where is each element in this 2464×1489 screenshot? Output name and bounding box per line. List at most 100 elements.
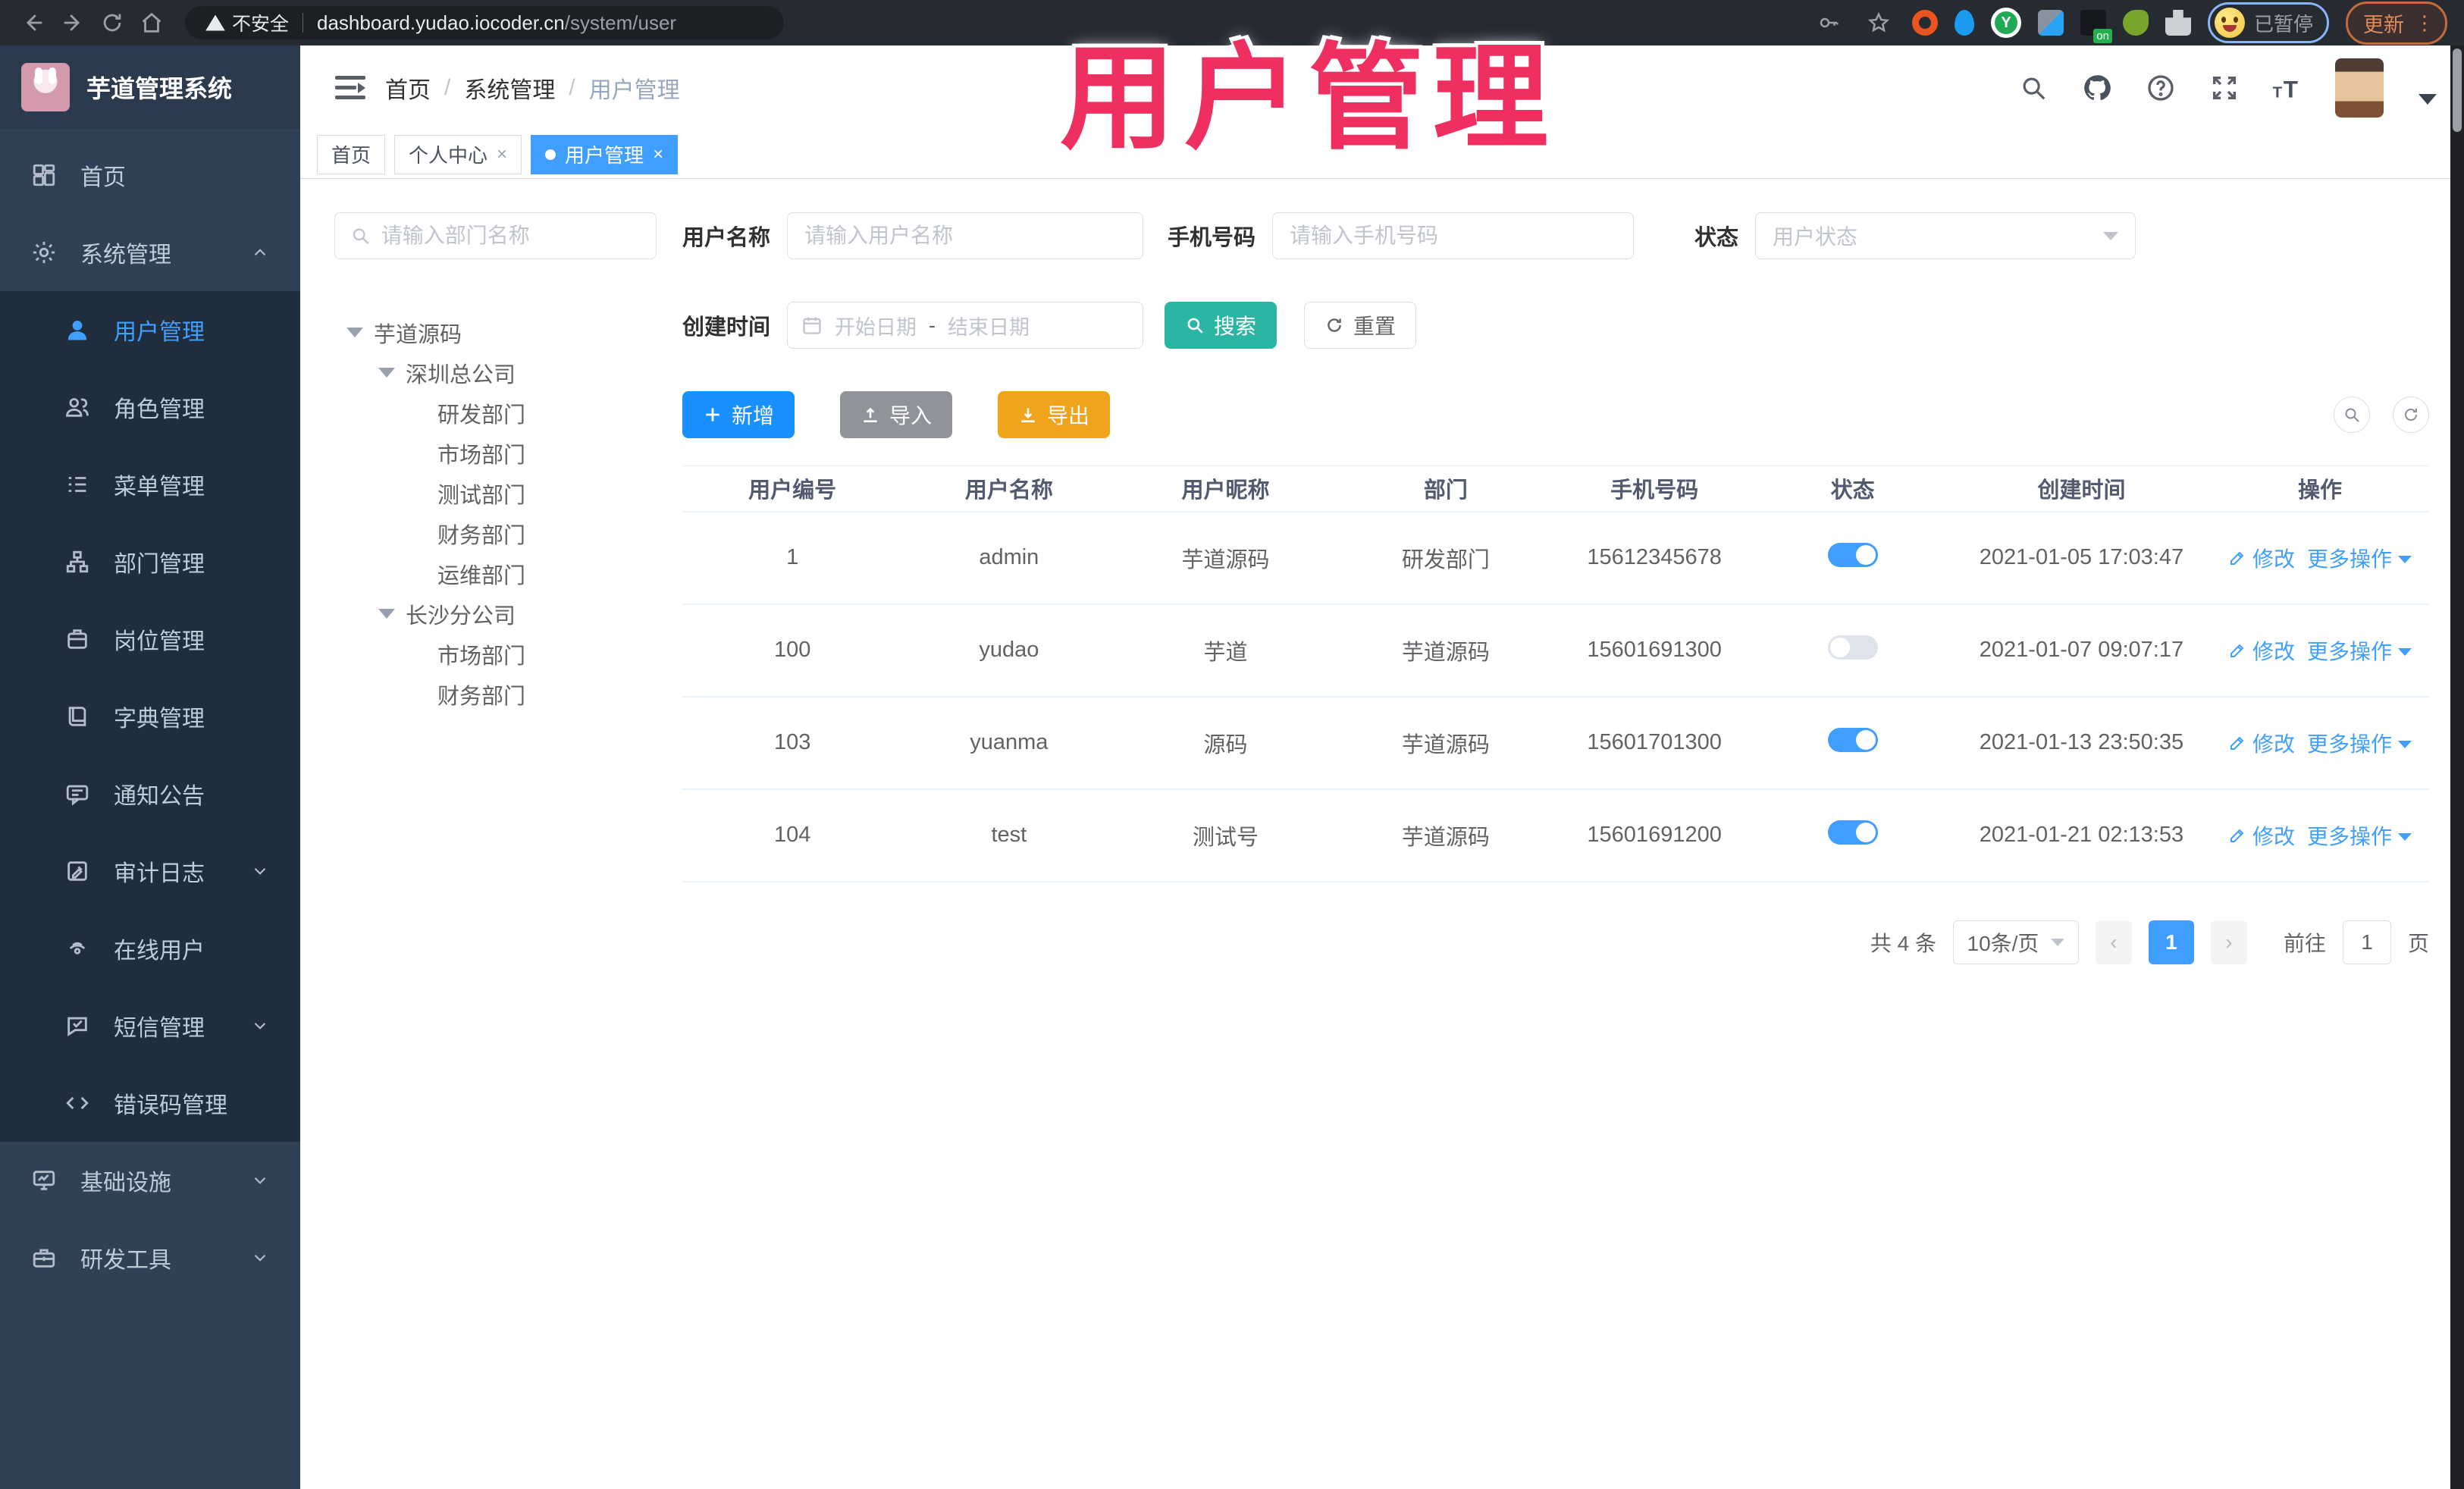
more-actions[interactable]: 更多操作: [2307, 635, 2412, 666]
forward-icon[interactable]: [56, 6, 89, 39]
sidebar-item-user-management[interactable]: 用户管理: [0, 291, 300, 368]
mobile-input[interactable]: [1272, 212, 1635, 259]
tree-node[interactable]: 研发部门: [334, 393, 657, 433]
user-avatar[interactable]: [2335, 58, 2384, 118]
security-warning[interactable]: 不安全: [205, 9, 289, 36]
prev-page-button[interactable]: ‹: [2095, 920, 2132, 964]
sidebar-item-dev-tools[interactable]: 研发工具: [0, 1219, 300, 1296]
sidebar-item-menu-management[interactable]: 菜单管理: [0, 446, 300, 523]
close-icon[interactable]: ×: [653, 144, 663, 165]
browser-menu-icon[interactable]: ⋮: [2415, 13, 2434, 33]
home-icon[interactable]: [135, 6, 168, 39]
import-button[interactable]: 导入: [840, 391, 953, 438]
sidebar-item-label: 短信管理: [114, 1016, 205, 1041]
browser-profile[interactable]: 已暂停: [2207, 2, 2329, 43]
fullscreen-icon[interactable]: [2208, 71, 2241, 105]
col-user-id: 用户编号: [682, 466, 903, 513]
cell-username: admin: [902, 511, 1116, 605]
chevron-down-icon: [2051, 938, 2065, 946]
tab-user-management[interactable]: 用户管理 ×: [531, 134, 679, 174]
sidebar-collapse-icon[interactable]: [335, 75, 365, 101]
edit-action[interactable]: 修改: [2228, 635, 2295, 666]
sidebar-item-home[interactable]: 首页: [0, 136, 300, 214]
goto-page-input[interactable]: [2342, 920, 2391, 964]
tree-node[interactable]: 财务部门: [334, 513, 657, 553]
edit-action[interactable]: 修改: [2228, 728, 2295, 758]
extension-ubuntu-icon[interactable]: [1911, 10, 1938, 36]
extension-drop-icon[interactable]: [1954, 10, 1974, 36]
online-users-icon: [64, 935, 91, 962]
status-toggle[interactable]: [1827, 820, 1878, 845]
tree-node[interactable]: 芋道源码: [334, 312, 657, 353]
dept-search-box[interactable]: [334, 212, 657, 259]
extension-switchyomega-icon[interactable]: [2080, 10, 2112, 43]
search-icon[interactable]: [2017, 71, 2050, 105]
extension-grid-icon[interactable]: [2037, 10, 2064, 36]
font-size-icon[interactable]: TT: [2271, 71, 2305, 105]
expand-arrow-icon[interactable]: [346, 328, 363, 337]
more-actions[interactable]: 更多操作: [2307, 820, 2412, 851]
status-toggle[interactable]: [1827, 635, 1878, 660]
status-select[interactable]: 用户状态: [1755, 212, 2136, 259]
scrollbar-thumb[interactable]: [2453, 49, 2462, 132]
sidebar-item-audit-log[interactable]: 审计日志: [0, 832, 300, 910]
current-page-button[interactable]: 1: [2148, 920, 2194, 964]
back-icon[interactable]: [17, 6, 50, 39]
edit-action[interactable]: 修改: [2228, 543, 2295, 573]
sidebar-item-infrastructure[interactable]: 基础设施: [0, 1142, 300, 1219]
extensions-puzzle-icon[interactable]: [2165, 10, 2191, 36]
github-icon[interactable]: [2080, 71, 2114, 105]
tree-node[interactable]: 运维部门: [334, 553, 657, 594]
page-size-select[interactable]: 10条/页: [1952, 920, 2079, 964]
page-scrollbar[interactable]: [2450, 45, 2464, 1489]
expand-arrow-icon[interactable]: [378, 609, 395, 619]
reset-button[interactable]: 重置: [1304, 302, 1417, 349]
username-input[interactable]: [787, 212, 1144, 259]
export-button[interactable]: 导出: [998, 391, 1111, 438]
next-page-button[interactable]: ›: [2210, 920, 2247, 964]
more-actions[interactable]: 更多操作: [2307, 728, 2412, 758]
close-icon[interactable]: ×: [497, 144, 507, 165]
sidebar-item-dict-management[interactable]: 字典管理: [0, 678, 300, 755]
bookmark-star-icon[interactable]: [1862, 6, 1895, 39]
date-range-picker[interactable]: 开始日期 - 结束日期: [787, 302, 1144, 349]
dept-search-input[interactable]: [381, 224, 641, 248]
refresh-table-icon[interactable]: [2393, 397, 2429, 433]
tree-node[interactable]: 深圳总公司: [334, 353, 657, 393]
sidebar-item-error-code[interactable]: 错误码管理: [0, 1064, 300, 1142]
tree-node[interactable]: 市场部门: [334, 433, 657, 473]
sidebar-item-sms-management[interactable]: 短信管理: [0, 987, 300, 1064]
extension-leaf-icon[interactable]: [2122, 10, 2149, 36]
extension-green-icon[interactable]: Y: [1990, 8, 2021, 38]
breadcrumb-section[interactable]: 系统管理: [464, 71, 555, 105]
sidebar-item-dept-management[interactable]: 部门管理: [0, 523, 300, 600]
avatar-dropdown-caret-icon[interactable]: [2419, 94, 2437, 105]
edit-action[interactable]: 修改: [2228, 820, 2295, 851]
status-toggle[interactable]: [1827, 542, 1878, 567]
sidebar-item-post-management[interactable]: 岗位管理: [0, 600, 300, 678]
breadcrumb-home[interactable]: 首页: [385, 71, 431, 105]
update-button[interactable]: 更新 ⋮: [2346, 1, 2447, 45]
add-button[interactable]: 新增: [682, 391, 795, 438]
address-bar[interactable]: 不安全 dashboard.yudao.iocoder.cn/system/us…: [185, 6, 784, 39]
tab-profile[interactable]: 个人中心 ×: [394, 134, 522, 174]
sidebar-item-role-management[interactable]: 角色管理: [0, 368, 300, 446]
search-button[interactable]: 搜索: [1165, 302, 1277, 349]
pencil-icon: [2230, 829, 2244, 842]
tab-home[interactable]: 首页: [317, 134, 386, 174]
expand-arrow-icon[interactable]: [378, 368, 395, 378]
more-actions[interactable]: 更多操作: [2307, 543, 2412, 573]
password-key-icon[interactable]: [1812, 6, 1845, 39]
help-icon[interactable]: [2144, 71, 2177, 105]
sidebar-item-system[interactable]: 系统管理: [0, 214, 300, 291]
app-logo[interactable]: 芋道管理系统: [0, 45, 300, 129]
tree-node[interactable]: 长沙分公司: [334, 594, 657, 634]
sidebar-item-online-users[interactable]: 在线用户: [0, 910, 300, 987]
toggle-search-icon[interactable]: [2334, 397, 2370, 433]
tree-node[interactable]: 测试部门: [334, 473, 657, 513]
tree-node[interactable]: 市场部门: [334, 634, 657, 674]
sidebar-item-notice[interactable]: 通知公告: [0, 755, 300, 832]
status-toggle[interactable]: [1827, 727, 1878, 752]
tree-node[interactable]: 财务部门: [334, 674, 657, 714]
reload-icon[interactable]: [96, 6, 129, 39]
